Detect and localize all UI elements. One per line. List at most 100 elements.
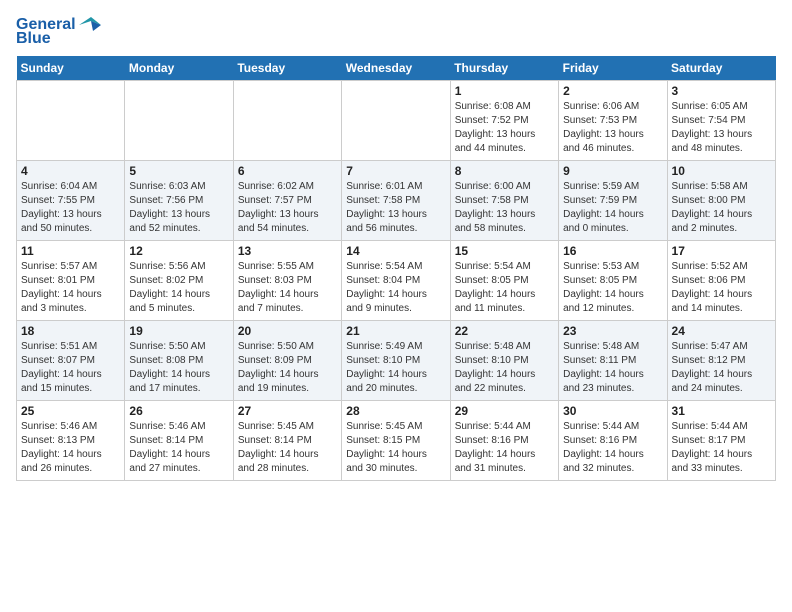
day-number: 12 <box>129 244 228 258</box>
day-cell <box>17 81 125 161</box>
logo-blue: Blue <box>16 30 51 48</box>
day-info: Sunrise: 5:48 AM Sunset: 8:11 PM Dayligh… <box>563 340 662 396</box>
logo-bird-icon <box>79 17 101 33</box>
day-info: Sunrise: 5:54 AM Sunset: 8:05 PM Dayligh… <box>455 260 554 316</box>
day-info: Sunrise: 6:02 AM Sunset: 7:57 PM Dayligh… <box>238 180 337 236</box>
calendar-header: SundayMondayTuesdayWednesdayThursdayFrid… <box>17 56 776 81</box>
day-info: Sunrise: 5:49 AM Sunset: 8:10 PM Dayligh… <box>346 340 445 396</box>
day-number: 18 <box>21 324 120 338</box>
day-cell: 3 Sunrise: 6:05 AM Sunset: 7:54 PM Daylig… <box>667 81 775 161</box>
day-number: 11 <box>21 244 120 258</box>
day-cell: 10 Sunrise: 5:58 AM Sunset: 8:00 PM Dayli… <box>667 161 775 241</box>
day-cell: 30 Sunrise: 5:44 AM Sunset: 8:16 PM Dayli… <box>559 401 667 481</box>
day-cell: 27 Sunrise: 5:45 AM Sunset: 8:14 PM Dayli… <box>233 401 341 481</box>
day-number: 31 <box>672 404 771 418</box>
day-info: Sunrise: 5:58 AM Sunset: 8:00 PM Dayligh… <box>672 180 771 236</box>
day-info: Sunrise: 5:44 AM Sunset: 8:17 PM Dayligh… <box>672 420 771 476</box>
day-number: 25 <box>21 404 120 418</box>
day-cell <box>125 81 233 161</box>
day-number: 14 <box>346 244 445 258</box>
logo: General Blue <box>16 16 101 48</box>
day-info: Sunrise: 6:04 AM Sunset: 7:55 PM Dayligh… <box>21 180 120 236</box>
day-cell: 28Sunrise: 5:45 AM Sunset: 8:15 PM Dayli… <box>342 401 450 481</box>
week-row-3: 11 Sunrise: 5:57 AM Sunset: 8:01 PM Dayli… <box>17 241 776 321</box>
day-info: Sunrise: 5:52 AM Sunset: 8:06 PM Dayligh… <box>672 260 771 316</box>
day-cell <box>342 81 450 161</box>
week-row-2: 4 Sunrise: 6:04 AM Sunset: 7:55 PM Daylig… <box>17 161 776 241</box>
day-number: 17 <box>672 244 771 258</box>
header-cell-friday: Friday <box>559 56 667 81</box>
week-row-4: 18 Sunrise: 5:51 AM Sunset: 8:07 PM Dayli… <box>17 321 776 401</box>
day-info: Sunrise: 5:50 AM Sunset: 8:08 PM Dayligh… <box>129 340 228 396</box>
day-cell: 16 Sunrise: 5:53 AM Sunset: 8:05 PM Dayli… <box>559 241 667 321</box>
page-header: General Blue <box>16 16 776 48</box>
header-cell-wednesday: Wednesday <box>342 56 450 81</box>
header-cell-thursday: Thursday <box>450 56 558 81</box>
day-info: Sunrise: 6:03 AM Sunset: 7:56 PM Dayligh… <box>129 180 228 236</box>
day-info: Sunrise: 6:00 AM Sunset: 7:58 PM Dayligh… <box>455 180 554 236</box>
day-cell: 15 Sunrise: 5:54 AM Sunset: 8:05 PM Dayli… <box>450 241 558 321</box>
day-number: 6 <box>238 164 337 178</box>
day-number: 3 <box>672 84 771 98</box>
day-info: Sunrise: 6:06 AM Sunset: 7:53 PM Dayligh… <box>563 100 662 156</box>
day-info: Sunrise: 6:08 AM Sunset: 7:52 PM Dayligh… <box>455 100 554 156</box>
day-cell: 2 Sunrise: 6:06 AM Sunset: 7:53 PM Daylig… <box>559 81 667 161</box>
logo-container: General Blue <box>16 16 101 48</box>
day-info: Sunrise: 5:56 AM Sunset: 8:02 PM Dayligh… <box>129 260 228 316</box>
day-number: 15 <box>455 244 554 258</box>
day-cell: 5 Sunrise: 6:03 AM Sunset: 7:56 PM Daylig… <box>125 161 233 241</box>
day-info: Sunrise: 5:55 AM Sunset: 8:03 PM Dayligh… <box>238 260 337 316</box>
day-info: Sunrise: 5:53 AM Sunset: 8:05 PM Dayligh… <box>563 260 662 316</box>
day-info: Sunrise: 5:50 AM Sunset: 8:09 PM Dayligh… <box>238 340 337 396</box>
day-cell: 24Sunrise: 5:47 AM Sunset: 8:12 PM Dayli… <box>667 321 775 401</box>
calendar-table: SundayMondayTuesdayWednesdayThursdayFrid… <box>16 56 776 481</box>
header-cell-saturday: Saturday <box>667 56 775 81</box>
day-cell: 9 Sunrise: 5:59 AM Sunset: 7:59 PM Daylig… <box>559 161 667 241</box>
day-number: 27 <box>238 404 337 418</box>
day-cell: 20 Sunrise: 5:50 AM Sunset: 8:09 PM Dayli… <box>233 321 341 401</box>
calendar-body: 1 Sunrise: 6:08 AM Sunset: 7:52 PM Daylig… <box>17 81 776 481</box>
day-cell: 13 Sunrise: 5:55 AM Sunset: 8:03 PM Dayli… <box>233 241 341 321</box>
day-number: 9 <box>563 164 662 178</box>
day-number: 21 <box>346 324 445 338</box>
day-cell: 17 Sunrise: 5:52 AM Sunset: 8:06 PM Dayli… <box>667 241 775 321</box>
day-cell: 7 Sunrise: 6:01 AM Sunset: 7:58 PM Daylig… <box>342 161 450 241</box>
day-info: Sunrise: 5:59 AM Sunset: 7:59 PM Dayligh… <box>563 180 662 236</box>
day-cell: 26Sunrise: 5:46 AM Sunset: 8:14 PM Dayli… <box>125 401 233 481</box>
day-number: 29 <box>455 404 554 418</box>
header-cell-tuesday: Tuesday <box>233 56 341 81</box>
day-info: Sunrise: 5:46 AM Sunset: 8:14 PM Dayligh… <box>129 420 228 476</box>
week-row-5: 25 Sunrise: 5:46 AM Sunset: 8:13 PM Dayli… <box>17 401 776 481</box>
day-cell: 18 Sunrise: 5:51 AM Sunset: 8:07 PM Dayli… <box>17 321 125 401</box>
day-number: 2 <box>563 84 662 98</box>
day-info: Sunrise: 5:45 AM Sunset: 8:14 PM Dayligh… <box>238 420 337 476</box>
header-cell-monday: Monday <box>125 56 233 81</box>
day-number: 24 <box>672 324 771 338</box>
header-row: SundayMondayTuesdayWednesdayThursdayFrid… <box>17 56 776 81</box>
day-number: 30 <box>563 404 662 418</box>
day-info: Sunrise: 5:54 AM Sunset: 8:04 PM Dayligh… <box>346 260 445 316</box>
day-info: Sunrise: 5:46 AM Sunset: 8:13 PM Dayligh… <box>21 420 120 476</box>
day-number: 20 <box>238 324 337 338</box>
day-cell: 31 Sunrise: 5:44 AM Sunset: 8:17 PM Dayli… <box>667 401 775 481</box>
day-cell: 14 Sunrise: 5:54 AM Sunset: 8:04 PM Dayli… <box>342 241 450 321</box>
day-info: Sunrise: 6:05 AM Sunset: 7:54 PM Dayligh… <box>672 100 771 156</box>
day-info: Sunrise: 6:01 AM Sunset: 7:58 PM Dayligh… <box>346 180 445 236</box>
day-cell: 11 Sunrise: 5:57 AM Sunset: 8:01 PM Dayli… <box>17 241 125 321</box>
day-info: Sunrise: 5:44 AM Sunset: 8:16 PM Dayligh… <box>563 420 662 476</box>
day-number: 1 <box>455 84 554 98</box>
day-cell: 8Sunrise: 6:00 AM Sunset: 7:58 PM Daylig… <box>450 161 558 241</box>
day-number: 13 <box>238 244 337 258</box>
day-cell: 25 Sunrise: 5:46 AM Sunset: 8:13 PM Dayli… <box>17 401 125 481</box>
day-number: 5 <box>129 164 228 178</box>
day-number: 7 <box>346 164 445 178</box>
day-number: 22 <box>455 324 554 338</box>
day-number: 4 <box>21 164 120 178</box>
day-info: Sunrise: 5:57 AM Sunset: 8:01 PM Dayligh… <box>21 260 120 316</box>
day-info: Sunrise: 5:48 AM Sunset: 8:10 PM Dayligh… <box>455 340 554 396</box>
day-cell: 1 Sunrise: 6:08 AM Sunset: 7:52 PM Daylig… <box>450 81 558 161</box>
day-info: Sunrise: 5:51 AM Sunset: 8:07 PM Dayligh… <box>21 340 120 396</box>
day-number: 10 <box>672 164 771 178</box>
day-number: 16 <box>563 244 662 258</box>
day-cell <box>233 81 341 161</box>
